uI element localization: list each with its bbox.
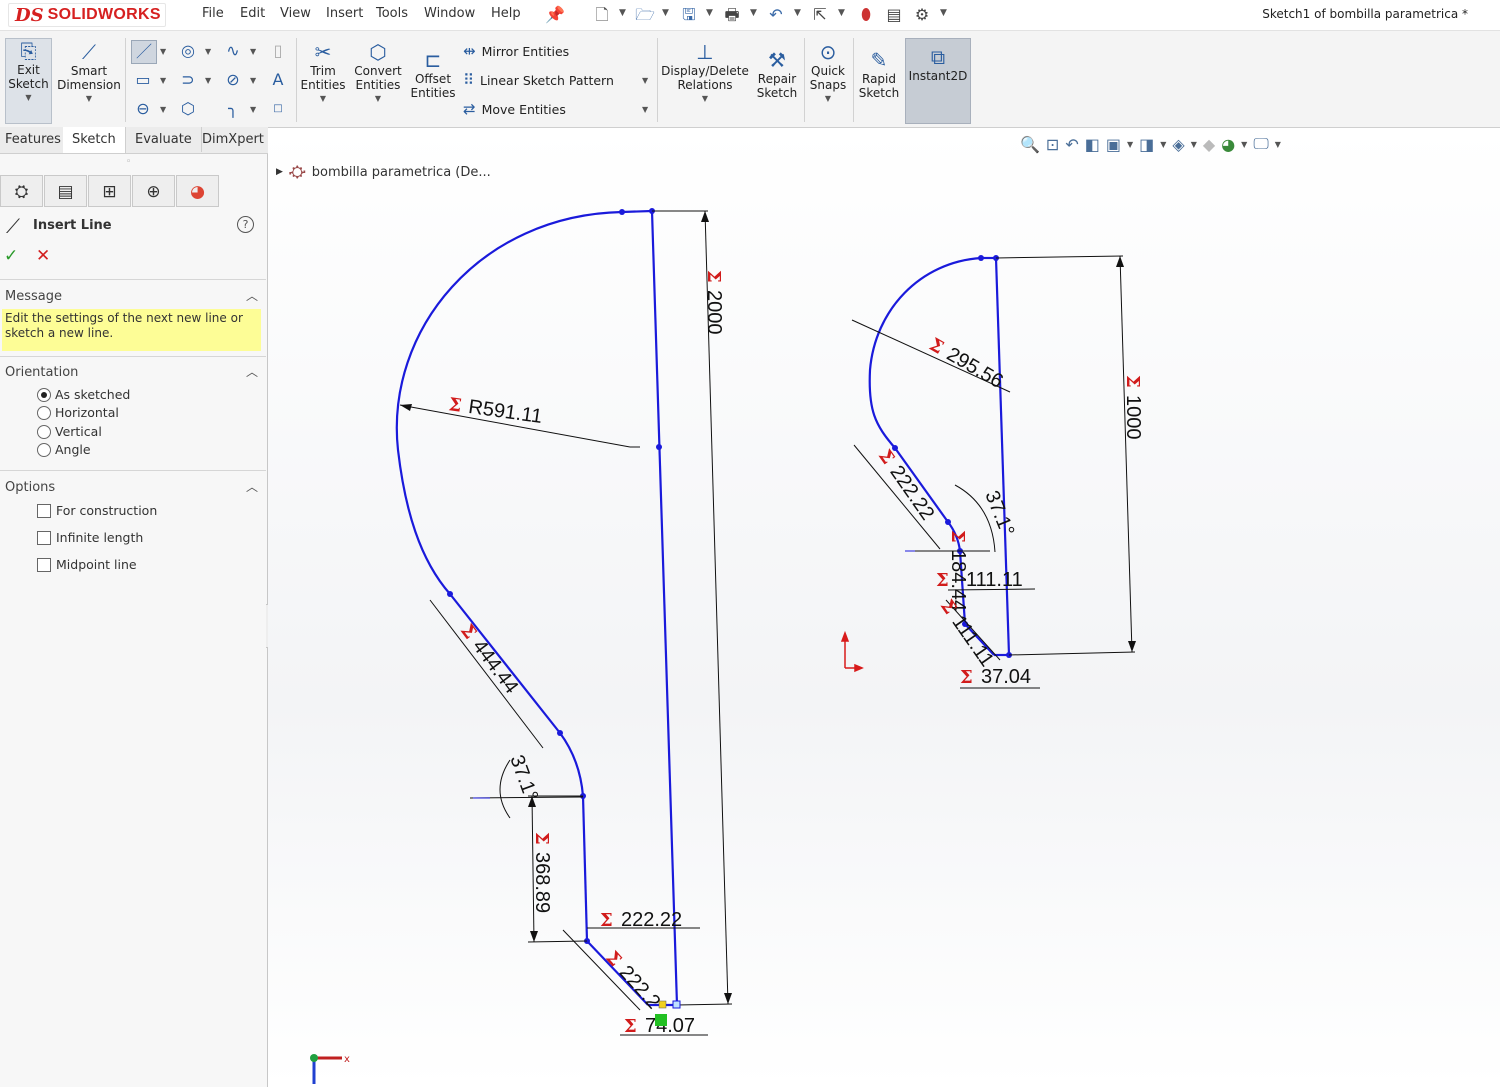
sigma-symbol: Σ [624,1016,637,1037]
arrowhead [530,931,538,942]
dimension-value: 222.22 [621,909,682,931]
angle-arc-big [499,759,511,819]
big-axis-line[interactable] [650,210,679,1006]
dim-2000[interactable]: Σ 2000 [703,270,725,335]
arrowhead [400,404,412,411]
dimension-value: 444.44 [468,636,522,698]
arrowhead [724,993,732,1004]
reference-triad-icon: x [310,1054,350,1084]
endpoint-marker [672,1000,681,1009]
big-vertical-line[interactable] [581,795,589,942]
arrowhead [1128,641,1136,652]
dimension-value: 37.1° [980,488,1018,540]
dim-222-small[interactable]: Σ 222.22 [874,445,939,525]
dimension-value: 37.1° [505,752,542,804]
extension-line [527,940,588,943]
sketch-point[interactable] [557,730,563,736]
dimension-value: 368.89 [531,852,553,913]
dim-444[interactable]: Σ 444.44 [456,620,522,698]
extension-line [995,255,1124,259]
sigma-symbol: Σ [703,270,724,283]
extension-line [1008,651,1136,656]
sketch-point[interactable] [945,519,951,525]
sigma-symbol: Σ [1122,375,1143,388]
sigma-symbol: Σ [456,620,480,643]
sketch-point[interactable] [447,591,453,597]
dim-368[interactable]: Σ 368.89 [531,832,553,913]
dimension-value: 2000 [703,290,725,335]
sketch-canvas[interactable]: Σ 2000 Σ R591.11 Σ 444.44 37.1° Σ 368.89… [0,0,1500,1087]
sigma-symbol: Σ [936,570,949,591]
sigma-symbol: Σ [947,530,968,543]
dim-radius-small[interactable]: Σ 295.56 [926,333,1007,393]
dim-angle-big[interactable]: 37.1° [505,752,542,804]
sketch-point[interactable] [978,255,984,261]
dimension-value: 111.11 [966,569,1023,591]
extension-line [676,1003,733,1006]
dimension-value: R591.11 [467,396,543,428]
small-axis-line[interactable] [994,257,1011,656]
dim-angle-small[interactable]: 37.1° [980,488,1018,540]
big-top-line[interactable] [621,209,653,214]
endpoint-marker [658,1000,667,1009]
dimension-value: 295.56 [943,343,1007,393]
cursor-snap-marker [655,1014,667,1026]
dimension-line-1000 [1119,255,1133,653]
sigma-symbol: Σ [960,667,973,688]
dim-37[interactable]: Σ 37.04 [960,666,1031,688]
sigma-symbol: Σ [447,394,463,417]
triad-x-label: x [344,1054,350,1065]
dimension-value: 111.11 [947,612,998,671]
sketch-point[interactable] [656,444,662,450]
sigma-symbol: Σ [601,947,625,971]
dimension-value: 37.04 [981,666,1031,688]
arrowhead [1116,256,1124,267]
dim-1000[interactable]: Σ 1000 [1122,375,1144,440]
big-fillet-arc[interactable] [559,732,585,797]
dimension-line-444 [429,599,544,749]
sigma-symbol: Σ [531,832,552,845]
dimension-value: 74.07 [645,1015,695,1037]
sketch-origin-icon [840,630,864,673]
sigma-symbol: Σ [600,910,613,931]
dim-222[interactable]: Σ 222.22 [600,909,682,931]
dimension-value: 1000 [1122,395,1144,440]
arrowhead [701,211,709,222]
sketch-point[interactable] [619,209,625,215]
